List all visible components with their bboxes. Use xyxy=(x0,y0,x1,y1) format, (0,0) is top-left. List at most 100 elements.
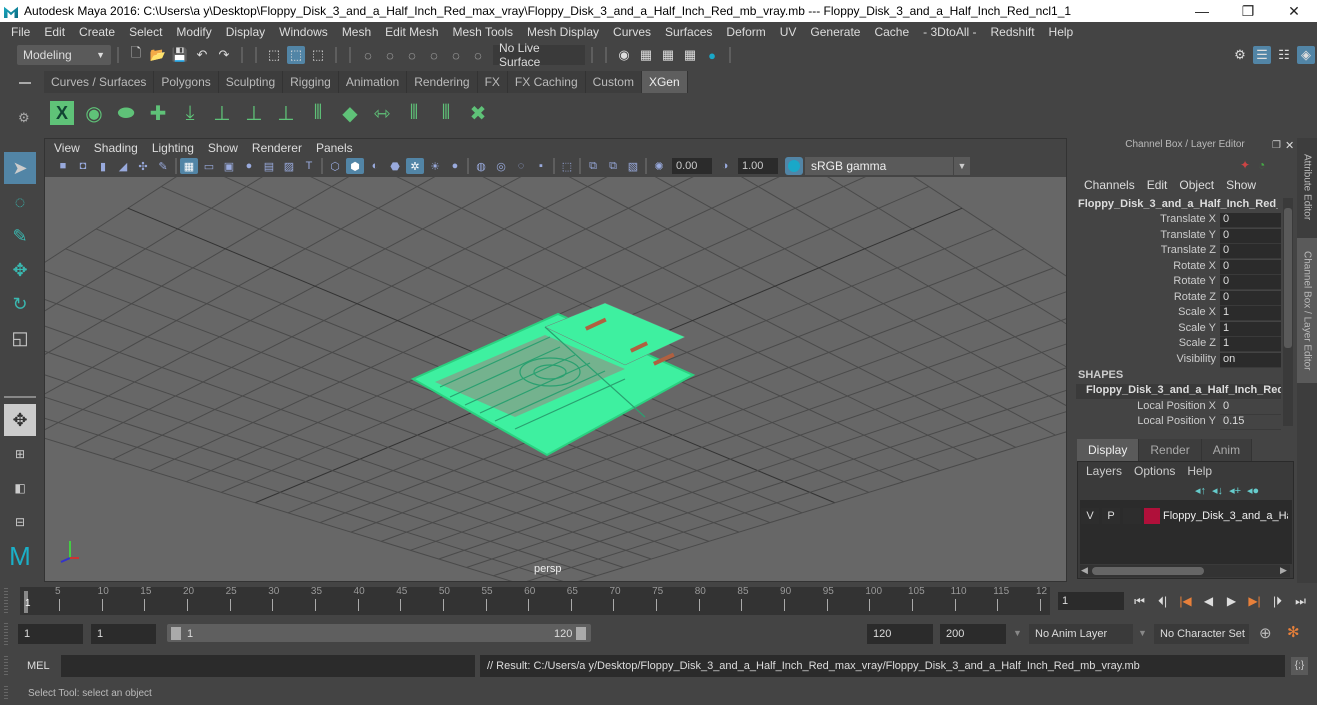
character-set-dropdown[interactable]: No Character Set xyxy=(1154,624,1249,644)
xgen-preview-icon[interactable]: ◉ xyxy=(78,97,110,129)
attr-value[interactable]: 1 xyxy=(1220,306,1281,321)
grid-toggle-icon[interactable]: ▦ xyxy=(180,158,198,174)
menu-create[interactable]: Create xyxy=(72,25,122,39)
snap-to-grid-icon[interactable]: ◌ xyxy=(359,46,377,64)
move-tool-icon[interactable]: ✥ xyxy=(4,254,36,286)
render-settings-icon[interactable]: ▦ xyxy=(681,46,699,64)
use-all-lights-icon[interactable]: ☀ xyxy=(426,158,444,174)
attr-translate-z[interactable]: Translate Z 0 xyxy=(1076,244,1281,259)
tool-settings-toggle-icon[interactable]: ☷ xyxy=(1275,46,1293,64)
float-panel-icon[interactable]: ❐ xyxy=(1272,140,1281,151)
safe-title-icon[interactable]: T xyxy=(300,158,318,174)
undo-icon[interactable]: ↶ xyxy=(193,46,211,64)
viewport-menu-renderer[interactable]: Renderer xyxy=(245,141,309,155)
attr-rotate-y[interactable]: Rotate Y 0 xyxy=(1076,275,1281,290)
menu-edit-mesh[interactable]: Edit Mesh xyxy=(378,25,445,39)
render-view-icon[interactable]: ◉ xyxy=(615,46,633,64)
xray-icon[interactable]: ⧉ xyxy=(584,158,602,174)
menu-uv[interactable]: UV xyxy=(773,25,804,39)
step-forward-frame-icon[interactable]: |⏵ xyxy=(1268,592,1287,610)
attr-translate-y[interactable]: Translate Y 0 xyxy=(1076,229,1281,244)
shelf-tab-rigging[interactable]: Rigging xyxy=(283,71,339,93)
attr-rotate-z[interactable]: Rotate Z 0 xyxy=(1076,291,1281,306)
anim-layer-chevron-icon[interactable]: ▼ xyxy=(1013,628,1022,638)
command-line-grip[interactable] xyxy=(4,656,8,676)
xray-joints-icon[interactable]: ⧉ xyxy=(604,158,622,174)
live-surface-field[interactable]: No Live Surface xyxy=(493,41,585,69)
selected-object-name[interactable]: Floppy_Disk_3_and_a_Half_Inch_Red_... xyxy=(1078,198,1278,210)
attr-value[interactable]: 0 xyxy=(1220,213,1281,228)
select-tool-icon[interactable]: ➤ xyxy=(4,152,36,184)
menu-edit[interactable]: Edit xyxy=(37,25,72,39)
move-layer-down-icon[interactable]: ◂↓ xyxy=(1212,484,1223,497)
script-editor-icon[interactable]: {;} xyxy=(1291,657,1308,675)
time-slider-grip[interactable] xyxy=(4,588,8,614)
motion-blur-icon[interactable]: ◎ xyxy=(492,158,510,174)
range-slider-grip[interactable] xyxy=(4,623,8,645)
menu-display[interactable]: Display xyxy=(219,25,272,39)
layer-name[interactable]: Floppy_Disk_3_and_a_Ha xyxy=(1163,510,1288,522)
layer-row[interactable]: V P Floppy_Disk_3_and_a_Ha xyxy=(1081,507,1291,525)
bookmark-icon[interactable]: ▮ xyxy=(94,158,112,174)
select-by-object-icon[interactable]: ⬚ xyxy=(287,46,305,64)
hypershade-icon[interactable]: ● xyxy=(703,46,721,64)
menu-deform[interactable]: Deform xyxy=(719,25,772,39)
attr-value[interactable]: 1 xyxy=(1220,322,1281,337)
step-back-frame-icon[interactable]: ⏴| xyxy=(1153,592,1172,610)
restore-button[interactable]: ❐ xyxy=(1225,3,1271,20)
layer-tab-display[interactable]: Display xyxy=(1077,439,1140,461)
attr-value[interactable]: 0 xyxy=(1220,400,1281,415)
view-transform-chevron-icon[interactable]: ▼ xyxy=(954,157,970,175)
menu-mesh-tools[interactable]: Mesh Tools xyxy=(446,25,520,39)
go-to-start-icon[interactable]: ⏮ xyxy=(1130,592,1149,610)
viewport-menu-show[interactable]: Show xyxy=(201,141,245,155)
smooth-shade-icon[interactable]: ⬢ xyxy=(346,158,364,174)
layer-display-type-toggle[interactable] xyxy=(1123,508,1141,524)
animation-preferences-icon[interactable]: ✻ xyxy=(1287,623,1300,641)
wireframe-icon[interactable]: ⬡ xyxy=(326,158,344,174)
layer-visibility-toggle[interactable]: V xyxy=(1081,508,1099,524)
channel-box-layer-editor-tab[interactable]: Channel Box / Layer Editor xyxy=(1297,238,1317,383)
modeling-toolkit-icon[interactable]: ⚙ xyxy=(1231,46,1249,64)
channel-box-toggle-icon[interactable]: ◈ xyxy=(1297,46,1315,64)
shape-node-name[interactable]: Floppy_Disk_3_and_a_Half_Inch_Red... xyxy=(1076,384,1281,399)
anim-layer-dropdown[interactable]: No Anim Layer xyxy=(1029,624,1133,644)
xgen-clip-guides-icon[interactable]: ⫴ xyxy=(430,97,462,129)
attr-value[interactable]: 0 xyxy=(1220,244,1281,259)
scrollbar-thumb[interactable] xyxy=(1284,208,1292,348)
cb-menu-show[interactable]: Show xyxy=(1220,178,1262,192)
camera-attributes-icon[interactable]: ◘ xyxy=(74,158,92,174)
grease-pencil-icon[interactable]: ✎ xyxy=(154,158,172,174)
menu-curves[interactable]: Curves xyxy=(606,25,658,39)
scrollbar-thumb[interactable] xyxy=(1092,567,1204,575)
layer-tab-anim[interactable]: Anim xyxy=(1201,439,1253,461)
menu-3dtoall[interactable]: - 3DtoAll - xyxy=(916,25,983,39)
persp-graph-layout-icon[interactable]: ⊟ xyxy=(4,506,36,538)
film-gate-icon[interactable]: ▭ xyxy=(200,158,218,174)
four-view-layout-icon[interactable]: ⊞ xyxy=(4,438,36,470)
attr-local-position-y[interactable]: Local Position Y 0.15 xyxy=(1076,415,1281,430)
command-line-input[interactable] xyxy=(61,655,475,677)
menu-modify[interactable]: Modify xyxy=(169,25,218,39)
menu-cache[interactable]: Cache xyxy=(867,25,916,39)
gamma-icon[interactable]: ◑ xyxy=(716,158,734,174)
resolution-gate-icon[interactable]: ▣ xyxy=(220,158,238,174)
move-layer-up-icon[interactable]: ◂↑ xyxy=(1195,484,1206,497)
shelf-tab-fx[interactable]: FX xyxy=(477,71,508,93)
attribute-editor-tab[interactable]: Attribute Editor xyxy=(1297,142,1317,232)
select-camera-icon[interactable]: ■ xyxy=(54,158,72,174)
menu-set-dropdown[interactable]: Modeling ▼ xyxy=(17,45,111,65)
rotate-tool-icon[interactable]: ↻ xyxy=(4,288,36,320)
wireframe-on-shaded-icon[interactable]: ⬣ xyxy=(386,158,404,174)
range-start-handle[interactable] xyxy=(171,627,181,640)
save-scene-icon[interactable]: 💾 xyxy=(171,46,189,64)
xgen-select-guides-icon[interactable]: ⫴ xyxy=(398,97,430,129)
xgen-add-guides-icon[interactable]: ✚ xyxy=(142,97,174,129)
attr-value[interactable]: 0 xyxy=(1220,260,1281,275)
attr-local-position-x[interactable]: Local Position X 0 xyxy=(1076,400,1281,415)
scale-tool-icon[interactable]: ◱ xyxy=(4,322,36,354)
open-scene-icon[interactable]: 📂 xyxy=(149,46,167,64)
animation-start-field[interactable]: 1 xyxy=(18,624,83,644)
attr-scale-x[interactable]: Scale X 1 xyxy=(1076,306,1281,321)
field-chart-icon[interactable]: ▤ xyxy=(260,158,278,174)
